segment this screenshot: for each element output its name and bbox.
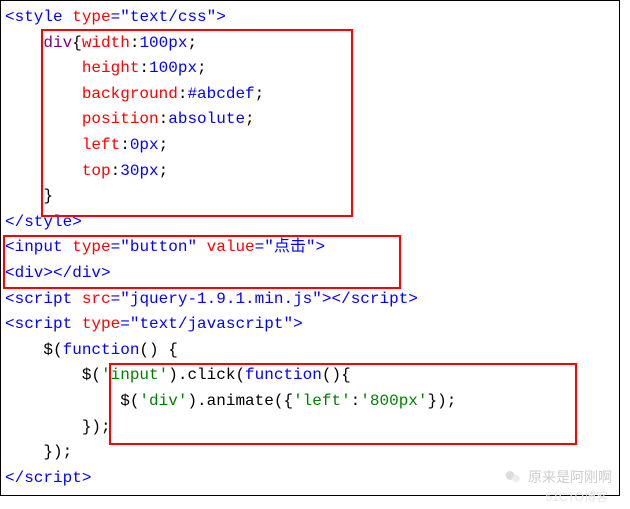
code-line-15: $('input').click(function(){ bbox=[5, 363, 615, 389]
code-line-12: <script src="jquery-1.9.1.min.js"></scri… bbox=[5, 287, 615, 313]
code-line-13: <script type="text/javascript"> bbox=[5, 312, 615, 338]
code-line-17: }); bbox=[5, 415, 615, 441]
code-line-18: }); bbox=[5, 440, 615, 466]
code-line-4: background:#abcdef; bbox=[5, 82, 615, 108]
code-line-8: } bbox=[5, 184, 615, 210]
watermark-text: 原来是阿刚啊 bbox=[528, 467, 612, 487]
wechat-icon bbox=[504, 468, 522, 486]
code-line-11: <div></div> bbox=[5, 261, 615, 287]
code-line-6: left:0px; bbox=[5, 133, 615, 159]
code-line-16: $('div').animate({'left':'800px'}); bbox=[5, 389, 615, 415]
code-line-2: div{width:100px; bbox=[5, 31, 615, 57]
code-line-10: <input type="button" value="点击"> bbox=[5, 235, 615, 261]
code-line-9: </style> bbox=[5, 210, 615, 236]
code-block: <style type="text/css"> div{width:100px;… bbox=[0, 0, 620, 496]
code-line-3: height:100px; bbox=[5, 56, 615, 82]
watermark: 原来是阿刚啊 bbox=[504, 467, 612, 487]
code-line-14: $(function() { bbox=[5, 338, 615, 364]
code-line-1: <style type="text/css"> bbox=[5, 5, 615, 31]
code-line-7: top:30px; bbox=[5, 159, 615, 185]
code-line-5: position:absolute; bbox=[5, 107, 615, 133]
watermark-secondary: 51CTO博客 bbox=[546, 488, 608, 505]
